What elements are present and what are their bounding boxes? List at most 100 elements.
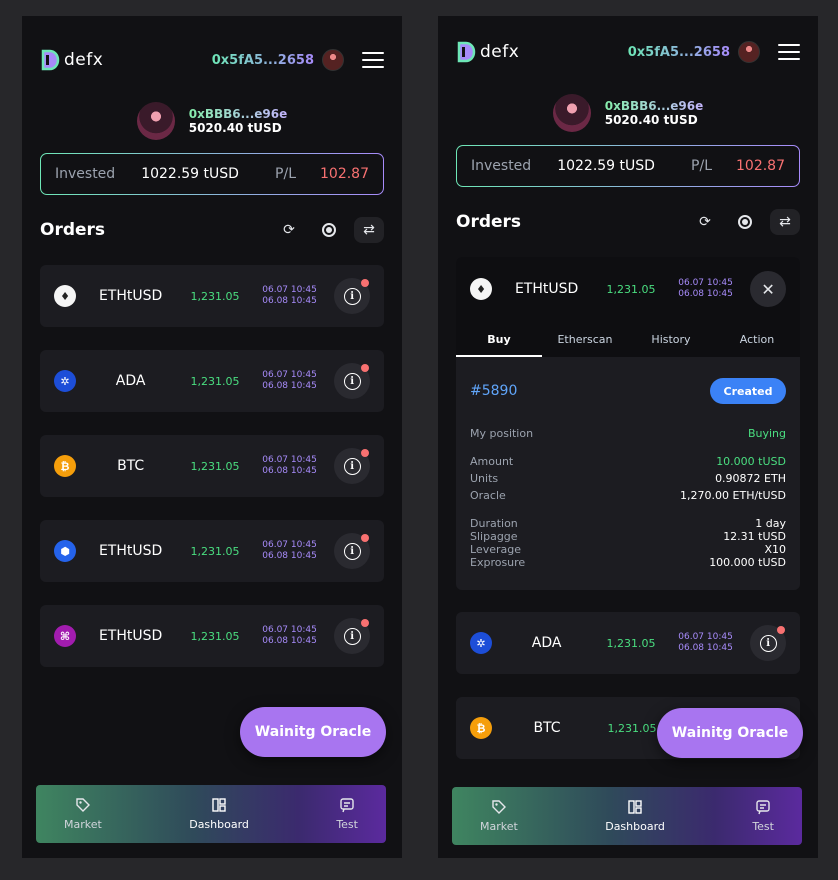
- order-id: #5890: [470, 383, 518, 399]
- profile-address: 0xBBB6...e96e: [604, 99, 704, 113]
- notification-dot: [361, 364, 369, 372]
- order-dates: 06.07 10:45 06.08 10:45: [262, 540, 317, 561]
- profile-avatar[interactable]: [136, 102, 175, 140]
- order-price: 1,231.05: [606, 636, 656, 650]
- tag-icon: [75, 797, 91, 813]
- tab-buy[interactable]: Buy: [456, 325, 542, 357]
- order-dates: 06.07 10:45 06.08 10:45: [678, 632, 733, 653]
- refresh-icon[interactable]: ⟳: [690, 209, 720, 235]
- pl-label: P/L: [691, 158, 712, 174]
- detail-row: Exprosure 100.000 tUSD: [470, 556, 786, 569]
- detail-row: Amount 10.000 tUSD: [470, 455, 786, 468]
- order-price: 1,231.05: [190, 629, 240, 643]
- info-button[interactable]: i: [334, 448, 370, 484]
- nav-dashboard[interactable]: Dashboard: [605, 799, 665, 833]
- swap-icon[interactable]: ⇄: [354, 217, 384, 243]
- order-pair: ETHtUSD: [98, 543, 163, 559]
- order-pair: ADA: [115, 373, 146, 389]
- order-card[interactable]: ⬢ ETHtUSD 1,231.05 06.07 10:45 06.08 10:4…: [40, 520, 384, 582]
- info-icon: i: [343, 457, 361, 475]
- profile-address: 0xBBB6...e96e: [188, 107, 288, 121]
- order-dates: 06.07 10:45 06.08 10:45: [262, 455, 317, 476]
- info-button[interactable]: i: [334, 618, 370, 654]
- nav-test-label: Test: [336, 818, 358, 831]
- info-button[interactable]: i: [750, 625, 786, 661]
- orders-title: Orders: [40, 220, 106, 240]
- invested-value: 1022.59 tUSD: [141, 166, 239, 182]
- hamburger-menu-icon[interactable]: [778, 44, 800, 60]
- pl-value: 102.87: [320, 166, 369, 182]
- order-price: 1,231.05: [190, 374, 240, 388]
- info-icon: i: [343, 287, 361, 305]
- investment-summary: Invested 1022.59 tUSD P/L 102.87: [40, 153, 384, 195]
- app-header: defx 0x5fA5...2658: [40, 44, 384, 76]
- wallet-address[interactable]: 0x5fA5...2658: [628, 45, 730, 60]
- invested-label: Invested: [471, 158, 532, 174]
- waiting-oracle-button[interactable]: Wainitg Oracle: [657, 708, 803, 758]
- profile-balance: 5020.40 tUSD: [604, 113, 698, 127]
- logo[interactable]: defx: [456, 41, 519, 63]
- notification-dot: [361, 449, 369, 457]
- refresh-icon[interactable]: ⟳: [274, 217, 304, 243]
- nav-market-label: Market: [64, 818, 102, 831]
- btc-icon: ₿: [470, 717, 492, 739]
- info-button[interactable]: i: [334, 533, 370, 569]
- app-name: defx: [64, 50, 104, 70]
- tab-history[interactable]: History: [628, 325, 714, 357]
- detail-row: Units 0.90872 ETH: [470, 472, 786, 485]
- order-dates: 06.07 10:45 06.08 10:45: [262, 625, 317, 646]
- order-price: 1,231.05: [190, 459, 240, 473]
- swap-icon[interactable]: ⇄: [770, 209, 800, 235]
- tab-action[interactable]: Action: [714, 325, 800, 357]
- pl-value: 102.87: [736, 158, 785, 174]
- nav-test[interactable]: Test: [336, 797, 358, 831]
- order-card[interactable]: ✲ ADA 1,231.05 06.07 10:45 06.08 10:45 i: [456, 612, 800, 674]
- order-price: 1,231.05: [607, 721, 657, 735]
- detail-row: Leverage X10: [470, 543, 786, 556]
- close-button[interactable]: ✕: [750, 271, 786, 307]
- order-card[interactable]: ✲ ADA 1,231.05 06.07 10:45 06.08 10:45 i: [40, 350, 384, 412]
- note-icon: [339, 797, 355, 813]
- eth-icon: ♦: [470, 278, 492, 300]
- nav-dashboard-label: Dashboard: [189, 818, 249, 831]
- defx-logo-icon: [41, 49, 60, 71]
- info-button[interactable]: i: [334, 363, 370, 399]
- avatar[interactable]: [322, 49, 344, 71]
- waiting-oracle-button[interactable]: Wainitg Oracle: [240, 707, 386, 757]
- close-icon: ✕: [761, 279, 775, 299]
- nav-test[interactable]: Test: [752, 799, 774, 833]
- nav-market[interactable]: Market: [480, 799, 518, 833]
- dashboard-screen: defx 0x5fA5...2658 0xBBB6...e96e 5020.40…: [22, 16, 402, 858]
- app-header: defx 0x5fA5...2658: [456, 36, 800, 68]
- notification-dot: [361, 619, 369, 627]
- info-icon: i: [343, 372, 361, 390]
- detail-tabs: Buy Etherscan History Action: [456, 325, 800, 357]
- eth-icon: ♦: [54, 285, 76, 307]
- order-card[interactable]: ⌘ ETHtUSD 1,231.05 06.07 10:45 06.08 10:4…: [40, 605, 384, 667]
- order-pair: ADA: [531, 635, 562, 651]
- profile-avatar[interactable]: [552, 94, 591, 132]
- wallet-address[interactable]: 0x5fA5...2658: [212, 53, 314, 68]
- record-icon[interactable]: [730, 209, 760, 235]
- btc-icon: ₿: [54, 455, 76, 477]
- record-icon[interactable]: [314, 217, 344, 243]
- order-price: 1,231.05: [190, 289, 240, 303]
- ada-icon: ✲: [470, 632, 492, 654]
- hamburger-menu-icon[interactable]: [362, 52, 384, 68]
- order-card[interactable]: ♦ ETHtUSD 1,231.05 06.07 10:45 06.08 10:4…: [40, 265, 384, 327]
- order-card[interactable]: ₿ BTC 1,231.05 06.07 10:45 06.08 10:45 i: [40, 435, 384, 497]
- invested-value: 1022.59 tUSD: [557, 158, 655, 174]
- nav-dashboard[interactable]: Dashboard: [189, 797, 249, 831]
- polygon-icon: ⌘: [54, 625, 76, 647]
- bottom-nav: Market Dashboard Test: [452, 787, 802, 845]
- note-icon: [755, 799, 771, 815]
- tab-etherscan[interactable]: Etherscan: [542, 325, 628, 357]
- info-button[interactable]: i: [334, 278, 370, 314]
- logo[interactable]: defx: [40, 49, 103, 71]
- nav-market[interactable]: Market: [64, 797, 102, 831]
- order-dates: 06.07 10:45 06.08 10:45: [262, 370, 317, 391]
- position-row: My position Buying: [470, 427, 786, 440]
- order-dates: 06.07 10:45 06.08 10:45: [262, 285, 317, 306]
- avatar[interactable]: [738, 41, 760, 63]
- tag-icon: [491, 799, 507, 815]
